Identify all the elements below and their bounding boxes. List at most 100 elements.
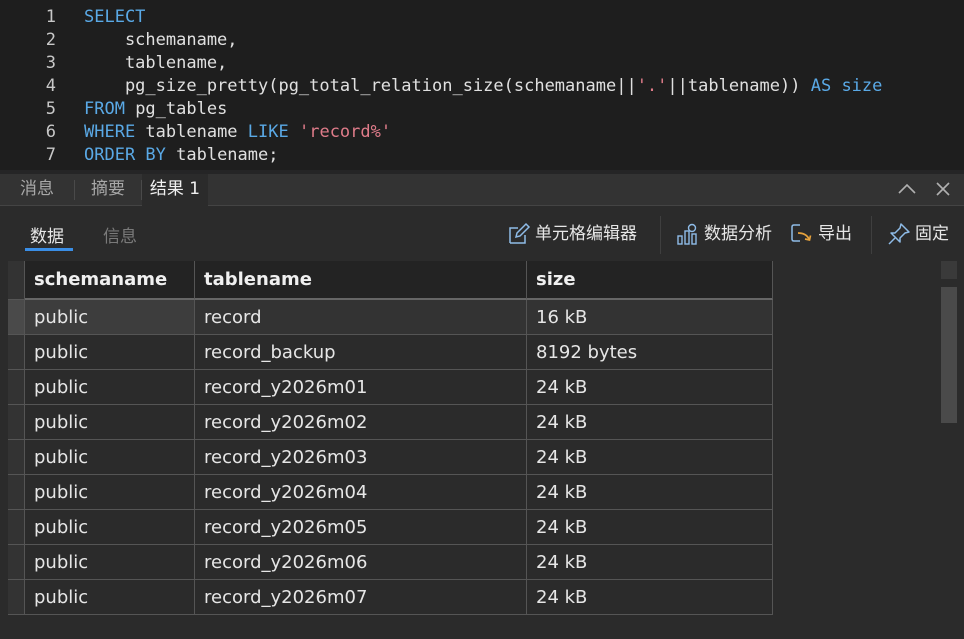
table-row[interactable]: public record_y2026m04 24 kB [8, 475, 773, 510]
row-header[interactable] [8, 405, 25, 440]
cell-tablename[interactable]: record_y2026m06 [195, 545, 527, 580]
line-number: 1 [45, 7, 56, 27]
cell-size[interactable]: 24 kB [527, 440, 773, 475]
column-header-size[interactable]: size [527, 261, 773, 300]
row-header[interactable] [8, 475, 25, 510]
sql-identifier: tablename [135, 122, 248, 142]
cell-tablename[interactable]: record_y2026m02 [195, 405, 527, 440]
cell-tablename[interactable]: record_y2026m04 [195, 475, 527, 510]
cell-size[interactable]: 24 kB [527, 580, 773, 615]
sql-identifier [289, 122, 299, 142]
toolbar-divider [871, 216, 872, 254]
cell-size[interactable]: 8192 bytes [527, 335, 773, 370]
row-header[interactable] [8, 580, 25, 615]
column-header-schemaname[interactable]: schemaname [25, 261, 195, 300]
row-header[interactable] [8, 440, 25, 475]
code-text: SELECT [84, 6, 145, 29]
table-row[interactable]: public record_y2026m07 24 kB [8, 580, 773, 615]
cell-size[interactable]: 24 kB [527, 545, 773, 580]
cell-size[interactable]: 24 kB [527, 370, 773, 405]
vertical-scrollbar[interactable] [935, 261, 964, 639]
sql-keyword: size [841, 76, 883, 96]
scrollbar-up[interactable] [941, 261, 957, 279]
row-header[interactable] [8, 510, 25, 545]
table-row[interactable]: public record_y2026m06 24 kB [8, 545, 773, 580]
line-number: 2 [45, 30, 56, 50]
cell-size[interactable]: 24 kB [527, 510, 773, 545]
sql-identifier: pg_tables [124, 99, 228, 119]
sql-identifier: tablename, [84, 53, 228, 73]
line-number: 5 [45, 99, 56, 119]
tab-summary[interactable]: 摘要 [75, 174, 141, 205]
cell-schemaname[interactable]: public [25, 335, 195, 370]
sql-identifier: schemaname, [84, 30, 238, 50]
cell-tablename[interactable]: record_y2026m05 [195, 510, 527, 545]
subtab-data[interactable]: 数据 [30, 222, 64, 247]
cell-schemaname[interactable]: public [25, 300, 195, 335]
cell-size[interactable]: 24 kB [527, 475, 773, 510]
code-text: WHERE tablename LIKE 'record%' [84, 121, 391, 144]
cell-tablename[interactable]: record_y2026m03 [195, 440, 527, 475]
line-number: 4 [45, 76, 56, 96]
chevron-up-icon[interactable] [896, 178, 918, 200]
cell-editor-label: 单元格编辑器 [535, 224, 637, 244]
tab-result-1[interactable]: 结果 1 [142, 174, 208, 206]
row-header[interactable] [8, 300, 25, 335]
cell-tablename[interactable]: record_y2026m01 [195, 370, 527, 405]
cell-size[interactable]: 24 kB [527, 405, 773, 440]
cell-tablename[interactable]: record [195, 300, 527, 335]
scrollbar-thumb[interactable] [941, 287, 957, 423]
line-number: 6 [45, 122, 56, 142]
sql-string: 'record%' [298, 122, 392, 142]
table-row[interactable]: public record_y2026m05 24 kB [8, 510, 773, 545]
cell-schemaname[interactable]: public [25, 475, 195, 510]
subtab-active-indicator [25, 248, 73, 251]
row-header[interactable] [8, 545, 25, 580]
cell-schemaname[interactable]: public [25, 545, 195, 580]
sql-editor[interactable]: 1 SELECT 2 schemaname, 3 tablename, 4 pg_siz… [0, 0, 964, 170]
sql-identifier [831, 76, 841, 96]
code-text: schemaname, [84, 29, 238, 52]
result-grid: schemaname tablename size public record 16… [0, 261, 935, 631]
results-panel: 消息 摘要 结果 1 数据 信息 单元格编辑器 数据分析 导出 固定 schem… [0, 174, 964, 639]
export-button[interactable]: 导出 [790, 222, 860, 246]
cell-schemaname[interactable]: public [25, 405, 195, 440]
sql-keyword: LIKE [247, 122, 289, 142]
cell-editor-button[interactable]: 单元格编辑器 [507, 222, 647, 246]
column-header-tablename[interactable]: tablename [195, 261, 527, 300]
data-analysis-label: 数据分析 [704, 224, 772, 244]
row-header[interactable] [8, 370, 25, 405]
row-header[interactable] [8, 335, 25, 370]
table-row[interactable]: public record_y2026m01 24 kB [8, 370, 773, 405]
data-analysis-button[interactable]: 数据分析 [676, 222, 780, 246]
table-row[interactable]: public record_backup 8192 bytes [8, 335, 773, 370]
result-tabs: 消息 摘要 结果 1 [0, 174, 964, 206]
export-label: 导出 [818, 224, 852, 244]
result-toolbar: 数据 信息 单元格编辑器 数据分析 导出 固定 [0, 206, 964, 261]
pin-button[interactable]: 固定 [887, 222, 957, 246]
sql-identifier: tablename; [165, 145, 279, 165]
cell-tablename[interactable]: record_backup [195, 335, 527, 370]
close-icon[interactable] [932, 178, 954, 200]
sql-keyword: SELECT [84, 7, 146, 27]
sql-keyword: FROM [84, 99, 125, 119]
grid-header: schemaname tablename size [8, 261, 773, 300]
cell-schemaname[interactable]: public [25, 510, 195, 545]
pin-label: 固定 [915, 224, 949, 244]
cell-schemaname[interactable]: public [25, 370, 195, 405]
subtab-info[interactable]: 信息 [103, 222, 137, 247]
table-row[interactable]: public record 16 kB [8, 300, 773, 335]
cell-size[interactable]: 16 kB [527, 300, 773, 335]
sql-keyword: AS [810, 76, 832, 96]
code-text: tablename, [84, 52, 227, 75]
header-corner [8, 261, 25, 300]
cell-schemaname[interactable]: public [25, 580, 195, 615]
table-row[interactable]: public record_y2026m02 24 kB [8, 405, 773, 440]
cell-schemaname[interactable]: public [25, 440, 195, 475]
cell-tablename[interactable]: record_y2026m07 [195, 580, 527, 615]
sql-identifier: pg_size_pretty(pg_total_relation_size(sc… [84, 76, 637, 96]
table-row[interactable]: public record_y2026m03 24 kB [8, 440, 773, 475]
code-text: FROM pg_tables [84, 98, 227, 121]
export-icon [791, 224, 812, 242]
tab-messages[interactable]: 消息 [0, 174, 74, 205]
